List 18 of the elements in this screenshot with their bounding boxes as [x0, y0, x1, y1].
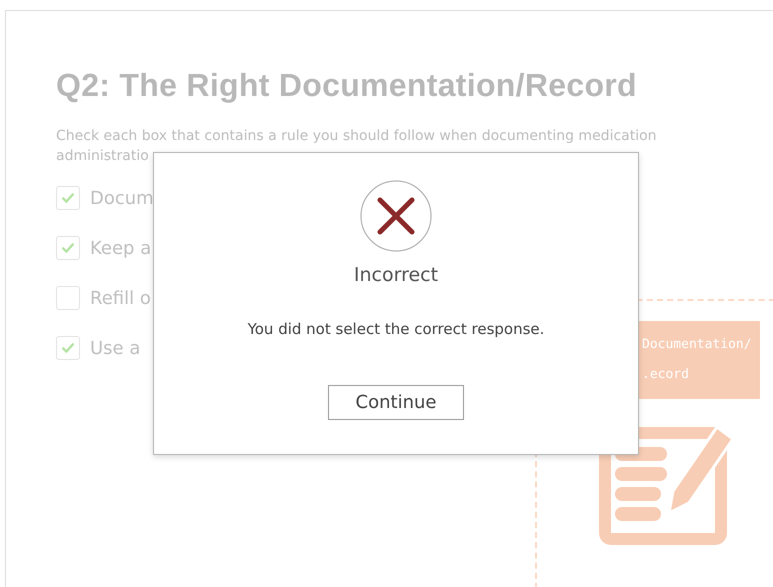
question-title: Q2: The Right Documentation/Record [56, 67, 638, 104]
dialog-title: Incorrect [354, 264, 438, 286]
option-label: Docum [90, 188, 154, 208]
incorrect-x-icon [360, 180, 432, 252]
option-label: Refill o [90, 288, 151, 308]
check-icon [60, 340, 76, 356]
checkbox[interactable] [56, 286, 80, 310]
option-label: Keep a [90, 238, 152, 258]
check-icon [60, 240, 76, 256]
checkbox[interactable] [56, 236, 80, 260]
instructions: Check each box that contains a rule you should follow when documenting medication administratio [56, 127, 658, 166]
dialog-message: You did not select the correct response. [248, 320, 544, 338]
continue-button[interactable]: Continue [328, 385, 464, 420]
checkbox[interactable] [56, 186, 80, 210]
option-label: Use a [90, 338, 140, 358]
check-icon [60, 190, 76, 206]
card-heading: Documentation/ .ecord [642, 336, 752, 384]
checkbox[interactable] [56, 336, 80, 360]
